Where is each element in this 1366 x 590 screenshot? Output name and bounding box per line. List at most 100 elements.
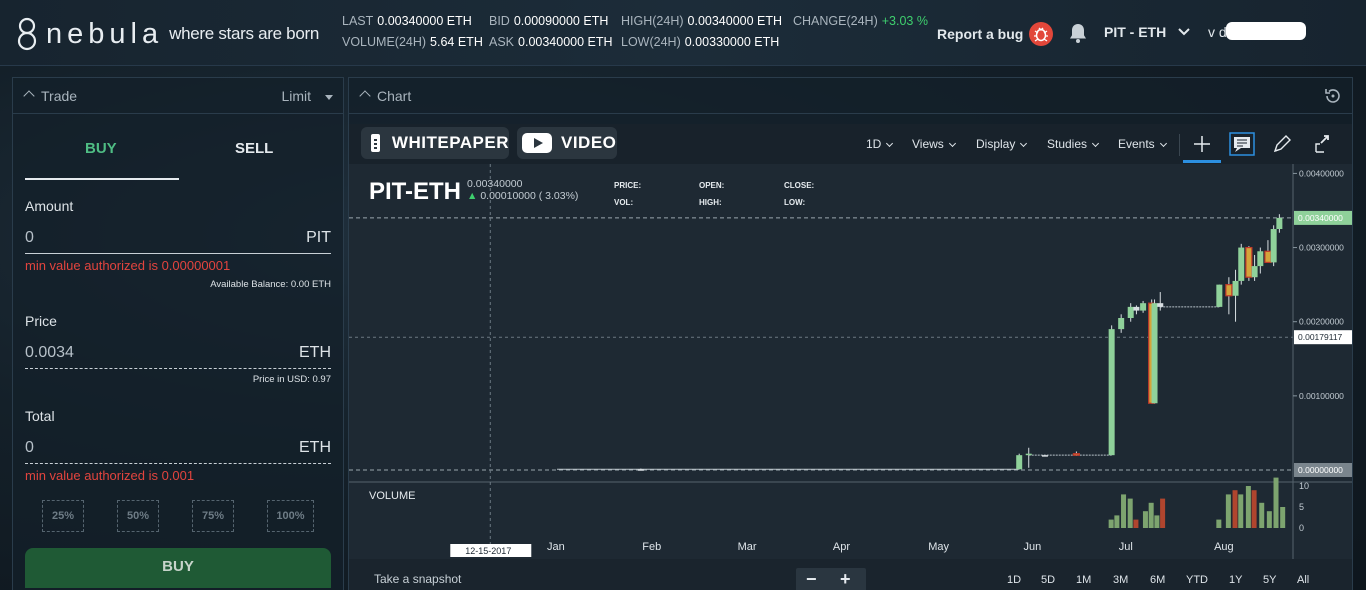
range-3m[interactable]: 3M xyxy=(1113,574,1128,586)
range-ytd[interactable]: YTD xyxy=(1186,574,1208,586)
bell-icon[interactable] xyxy=(1068,22,1088,44)
logo-tagline: where stars are born xyxy=(169,24,319,43)
candle-body xyxy=(1270,229,1277,263)
buy-sell-tabs: BUY SELL xyxy=(13,114,343,180)
volume-bar xyxy=(1251,490,1257,528)
volume-label: VOLUME xyxy=(369,490,416,502)
amount-label: Amount xyxy=(25,198,74,214)
measure-icon[interactable] xyxy=(1309,132,1335,156)
order-type-select[interactable]: Limit xyxy=(281,88,333,104)
volume-tick-label: 0 xyxy=(1299,523,1304,533)
ohlc-open-label: OPEN: xyxy=(699,181,725,190)
total-input[interactable]: 0 ETH xyxy=(25,432,331,464)
views-menu[interactable]: Views xyxy=(912,137,956,151)
candle-body xyxy=(1072,453,1080,456)
history-icon[interactable] xyxy=(1324,87,1342,105)
candle-body xyxy=(637,469,644,471)
buy-button[interactable]: BUY xyxy=(25,548,331,588)
chart-panel: Chart WHITEPAPER VIDEO 1D Views Display … xyxy=(348,77,1353,590)
chevron-down-icon xyxy=(1159,139,1167,148)
volume-bar xyxy=(1266,511,1272,528)
video-label: VIDEO xyxy=(561,133,617,152)
range-1y[interactable]: 1Y xyxy=(1229,574,1242,586)
candle-body xyxy=(1025,453,1032,456)
percent-75-button[interactable]: 75% xyxy=(192,500,234,532)
nebula-logo-icon xyxy=(17,17,37,51)
comment-icon[interactable] xyxy=(1229,132,1255,156)
amount-input[interactable]: 0 PIT xyxy=(25,222,331,254)
range-all[interactable]: All xyxy=(1297,574,1309,586)
amount-value: 0 xyxy=(25,229,34,246)
volume-bar xyxy=(1232,490,1238,528)
chevron-down-icon xyxy=(886,139,894,148)
candle-body xyxy=(1216,284,1223,307)
month-label: Apr xyxy=(833,541,850,553)
month-label: Mar xyxy=(738,541,757,553)
order-type-value: Limit xyxy=(281,88,311,104)
candle-body xyxy=(1108,329,1115,456)
trade-panel-header: Trade Limit xyxy=(13,78,343,114)
candle-body xyxy=(1251,266,1258,278)
range-1m[interactable]: 1M xyxy=(1076,574,1091,586)
volume-tick-label: 10 xyxy=(1299,481,1309,491)
month-label: Jan xyxy=(547,541,565,553)
price-chart[interactable]: 0.00400000 0.00300000 0.00200000 0.00100000… xyxy=(349,164,1352,590)
candle-body xyxy=(1157,303,1164,307)
available-balance: Available Balance: 0.00 ETH xyxy=(210,279,331,290)
snapshot-link[interactable]: Take a snapshot xyxy=(374,572,461,586)
candle-body xyxy=(1264,250,1272,263)
zoom-in-button[interactable]: + xyxy=(840,569,851,590)
pencil-icon[interactable] xyxy=(1269,132,1295,156)
range-6m[interactable]: 6M xyxy=(1150,574,1165,586)
dropdown-icon xyxy=(325,94,333,100)
price-tick-label: 0.00200000 xyxy=(1299,317,1344,327)
month-label: Jun xyxy=(1024,541,1042,553)
range-1d[interactable]: 1D xyxy=(1007,574,1021,586)
trade-panel: Trade Limit BUY SELL Amount 0 PIT min va… xyxy=(12,77,344,590)
tab-sell[interactable]: SELL xyxy=(235,140,273,157)
collapse-icon[interactable] xyxy=(23,90,35,102)
bug-icon xyxy=(1029,22,1054,46)
percent-50-button[interactable]: 50% xyxy=(117,500,159,532)
percent-25-button[interactable]: 25% xyxy=(42,500,84,532)
collapse-icon[interactable] xyxy=(359,90,371,102)
display-menu[interactable]: Display xyxy=(976,137,1028,151)
toolbar-divider xyxy=(1179,134,1180,156)
crosshair-icon[interactable] xyxy=(1189,132,1215,156)
report-bug-button[interactable]: Report a bug xyxy=(937,22,1054,46)
ohlc-close-label: CLOSE: xyxy=(784,181,815,190)
ohlc-low-label: LOW: xyxy=(784,198,806,207)
logo[interactable]: nebula where stars are born xyxy=(16,14,319,54)
pair-selector[interactable]: PIT - ETH xyxy=(1104,24,1190,40)
play-video-icon xyxy=(522,133,552,153)
tab-buy[interactable]: BUY xyxy=(85,140,117,157)
range-5y[interactable]: 5Y xyxy=(1263,574,1276,586)
studies-menu[interactable]: Studies xyxy=(1047,137,1100,151)
volume-bar xyxy=(1108,519,1114,528)
ohlc-high-label: HIGH: xyxy=(699,198,722,207)
price-tick-label: 0.00100000 xyxy=(1299,391,1344,401)
total-error: min value authorized is 0.001 xyxy=(25,468,195,483)
price-chart-canvas[interactable]: 0.00400000 0.00300000 0.00200000 0.00100000… xyxy=(349,164,1352,590)
active-tab-indicator xyxy=(25,178,179,180)
trade-panel-title: Trade xyxy=(41,88,78,104)
percent-100-button[interactable]: 100% xyxy=(267,500,314,532)
volume-bar xyxy=(1114,515,1120,528)
price-usd: Price in USD: 0.97 xyxy=(252,374,331,385)
zoom-out-button[interactable]: − xyxy=(806,569,817,590)
stat-bid: BID 0.00090000 ETH xyxy=(489,14,609,28)
whitepaper-button[interactable]: WHITEPAPER xyxy=(361,127,509,159)
candle-body xyxy=(1140,303,1147,311)
volume-bar xyxy=(1273,477,1279,528)
stat-high: HIGH(24H) 0.00340000 ETH xyxy=(621,14,783,28)
periodicity-menu[interactable]: 1D xyxy=(866,137,894,151)
month-label: Jul xyxy=(1119,541,1133,553)
events-menu[interactable]: Events xyxy=(1118,137,1167,151)
price-input[interactable]: 0.0034 ETH xyxy=(25,337,331,369)
total-value: 0 xyxy=(25,439,34,456)
volume-tick-label: 5 xyxy=(1299,502,1304,512)
zero-price-tag: 0.00000000 xyxy=(1298,465,1343,475)
range-5d[interactable]: 5D xyxy=(1041,574,1055,586)
candle-body xyxy=(1225,284,1233,297)
video-button[interactable]: VIDEO xyxy=(517,127,617,159)
